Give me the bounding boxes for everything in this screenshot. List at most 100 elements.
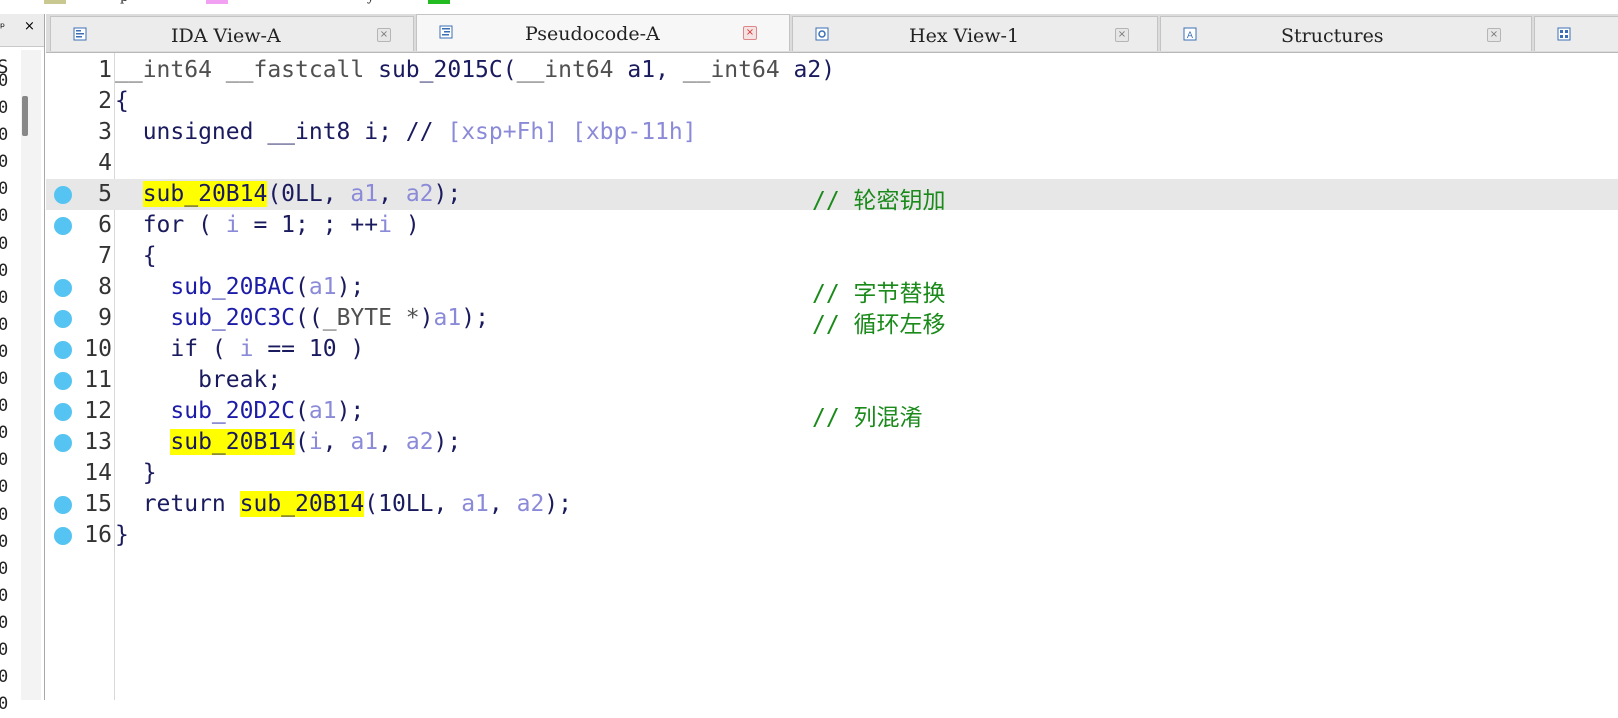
variable-token[interactable]: a1 [350, 429, 378, 455]
code-text[interactable]: } [115, 522, 129, 548]
line-number: 8 [98, 274, 112, 300]
color-swatch-2 [206, 0, 228, 4]
left-panel-value: 0 [0, 98, 9, 119]
highlighted-symbol[interactable]: sub_20B14 [170, 429, 296, 455]
left-panel-value: 0 [0, 341, 9, 362]
code-text[interactable]: sub_20D2C(a1); [115, 398, 364, 424]
tab-ida-view-a[interactable]: IDA View-A × [50, 16, 414, 51]
scrollbar-thumb[interactable] [22, 96, 28, 136]
breakpoint-dot-icon[interactable] [54, 279, 72, 297]
code-text[interactable]: { [115, 243, 157, 269]
code-token: , [378, 429, 406, 455]
code-text[interactable]: { [115, 88, 129, 114]
left-side-panel: ᵖ × S 000000000000000000000000 [0, 14, 45, 714]
code-token: __int64 __fastcall [115, 57, 379, 83]
code-text[interactable]: if ( i == 10 ) [115, 336, 364, 362]
code-text[interactable]: for ( i = 1; ; ++i ) [115, 212, 420, 238]
left-panel-value: 0 [0, 369, 9, 390]
breakpoint-dot-icon[interactable] [54, 217, 72, 235]
close-tab-icon[interactable]: × [1487, 28, 1501, 42]
breakpoint-dot-icon[interactable] [54, 186, 72, 204]
code-line[interactable]: 1 __int64 __fastcall sub_2015C(__int64 a1… [46, 55, 1618, 86]
code-line[interactable]: 2{ [46, 86, 1618, 117]
code-line[interactable]: 8 sub_20BAC(a1);// 字节替换 [46, 272, 1618, 307]
variable-token[interactable]: a1 [434, 305, 462, 331]
tab-hex-view-1[interactable]: Hex View-1 × [792, 16, 1158, 51]
code-token: sub_2015C( [378, 57, 517, 83]
close-icon[interactable]: × [24, 19, 35, 34]
code-text[interactable]: sub_20BAC(a1); [115, 274, 364, 300]
left-panel-value: 0 [0, 287, 9, 308]
code-text[interactable]: return sub_20B14(10LL, a1, a2); [115, 491, 572, 517]
code-token: __int64 [682, 57, 794, 83]
breakpoint-dot-icon[interactable] [54, 372, 72, 390]
code-line[interactable]: 3 unsigned __int8 i; // [xsp+Fh] [xbp-11… [46, 117, 1618, 148]
variable-token[interactable]: a1 [309, 398, 337, 424]
variable-token[interactable]: i [378, 212, 392, 238]
code-token: ( [295, 429, 309, 455]
code-line[interactable]: 9 sub_20C3C((_BYTE *)a1);// 循环左移 [46, 303, 1618, 338]
left-panel-header: ᵖ × [0, 14, 44, 47]
code-line[interactable]: 15 return sub_20B14(10LL, a1, a2); [46, 489, 1618, 520]
variable-token[interactable]: a1 [309, 274, 337, 300]
highlighted-symbol[interactable]: sub_20B14 [142, 181, 268, 207]
code-line[interactable]: 4 [46, 148, 1618, 179]
code-text[interactable]: sub_20B14(i, a1, a2); [115, 429, 461, 455]
function-call-token[interactable]: sub_20D2C [170, 398, 295, 424]
code-line[interactable]: 16} [46, 520, 1618, 551]
variable-token[interactable]: a1 [461, 491, 489, 517]
variable-token[interactable]: i [240, 336, 254, 362]
svg-text:A: A [1187, 31, 1194, 41]
code-line[interactable]: 7 { [46, 241, 1618, 272]
code-line[interactable]: 13 sub_20B14(i, a1, a2); [46, 427, 1618, 458]
pseudocode-view[interactable]: 1 __int64 __fastcall sub_2015C(__int64 a1… [46, 53, 1618, 700]
close-tab-icon[interactable]: × [1115, 28, 1129, 42]
code-line[interactable]: 10 if ( i == 10 ) [46, 334, 1618, 365]
code-token: for ( [115, 212, 226, 238]
top-fragment-2: y [367, 0, 374, 5]
breakpoint-dot-icon[interactable] [54, 310, 72, 328]
code-text[interactable]: sub_20C3C((_BYTE *)a1); [115, 305, 489, 331]
left-panel-scrollbar[interactable] [21, 50, 41, 700]
variable-token[interactable]: i [226, 212, 240, 238]
code-text[interactable]: __int64 __fastcall sub_2015C(__int64 a1,… [115, 57, 835, 83]
code-line[interactable]: 14 } [46, 458, 1618, 489]
breakpoint-dot-icon[interactable] [54, 403, 72, 421]
left-panel-value: 0 [0, 260, 9, 281]
tab-pseudocode-a[interactable]: Pseudocode-A × [416, 14, 790, 51]
code-line[interactable]: 5 sub_20B14(0LL, a1, a2);// 轮密钥加 [46, 179, 1618, 214]
tab-partial[interactable] [1534, 16, 1618, 51]
pin-icon[interactable]: ᵖ [0, 20, 5, 34]
breakpoint-dot-icon[interactable] [54, 496, 72, 514]
code-token: (0LL, [267, 181, 351, 207]
variable-token[interactable]: a1 [350, 181, 378, 207]
variable-token[interactable]: i [309, 429, 323, 455]
variable-token[interactable]: a2 [406, 181, 434, 207]
code-text[interactable]: break; [115, 367, 281, 393]
code-text[interactable]: } [115, 460, 157, 486]
breakpoint-dot-icon[interactable] [54, 434, 72, 452]
code-text[interactable]: unsigned __int8 i; // [xsp+Fh] [xbp-11h] [115, 119, 697, 145]
code-line[interactable]: 6 for ( i = 1; ; ++i ) [46, 210, 1618, 241]
code-token: ) [419, 305, 434, 331]
close-tab-icon[interactable]: × [743, 26, 757, 40]
code-token: (10LL, [364, 491, 462, 517]
variable-token[interactable]: a2 [517, 491, 545, 517]
code-token: , [322, 429, 351, 455]
variable-token[interactable]: a2 [406, 429, 434, 455]
highlighted-symbol[interactable]: sub_20B14 [239, 491, 365, 517]
breakpoint-dot-icon[interactable] [54, 527, 72, 545]
left-panel-value: 0 [0, 71, 9, 91]
color-swatch-1 [44, 0, 66, 4]
code-token: ); [433, 429, 462, 455]
tab-bar: IDA View-A × Pseudocode-A × Hex View-1 ×… [46, 14, 1618, 53]
function-call-token[interactable]: sub_20C3C [170, 305, 295, 331]
code-text[interactable]: sub_20B14(0LL, a1, a2); [115, 181, 461, 207]
close-tab-icon[interactable]: × [377, 28, 391, 42]
code-token: ) [391, 212, 420, 238]
breakpoint-dot-icon[interactable] [54, 341, 72, 359]
code-line[interactable]: 12 sub_20D2C(a1);// 列混淆 [46, 396, 1618, 431]
code-line[interactable]: 11 break; [46, 365, 1618, 396]
tab-structures[interactable]: A Structures × [1160, 16, 1532, 51]
function-call-token[interactable]: sub_20BAC [170, 274, 295, 300]
